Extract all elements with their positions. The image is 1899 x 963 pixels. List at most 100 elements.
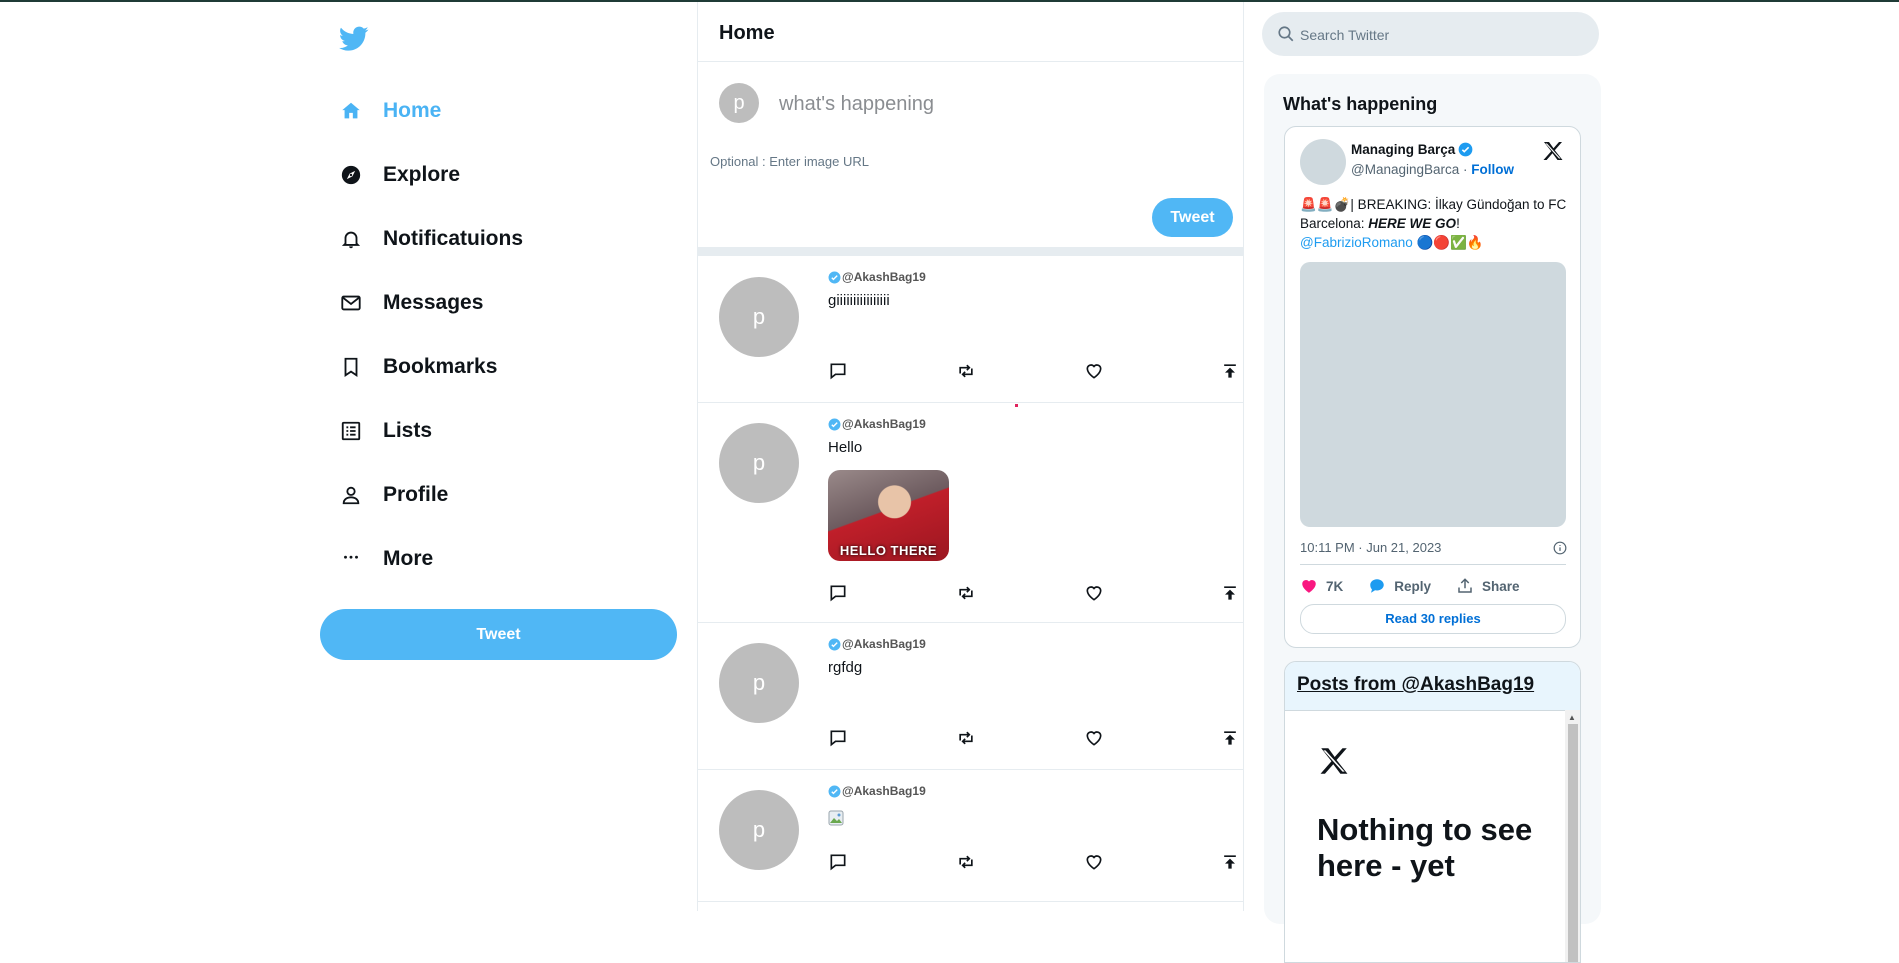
sidebar-item-label: Messages [383,291,484,314]
timeline-empty-text: Nothing to see here - yet [1317,812,1533,883]
sidebar-item-label: Notificatuions [383,227,523,250]
like-icon[interactable] [1084,361,1104,381]
embedded-tweet[interactable]: Managing Barça @ManagingBarca · Follow 🚨… [1284,126,1581,648]
share-icon[interactable] [1220,361,1240,381]
tweet-handle[interactable]: @AkashBag19 [842,270,926,284]
sidebar-item-label: Bookmarks [383,355,498,378]
reply-icon[interactable] [828,728,848,748]
speech-bubble-icon [1370,579,1385,593]
tweet-header: @AkashBag19 [828,637,926,651]
embed-media-placeholder[interactable] [1300,262,1566,527]
twitter-logo-icon[interactable] [339,26,371,54]
heart-icon [1302,580,1316,593]
sidebar-item-bookmarks[interactable]: Bookmarks [340,347,497,387]
embed-text-suffix: ! [1456,216,1460,231]
sidebar-item-messages[interactable]: Messages [340,283,483,323]
share-button[interactable]: Share [1456,577,1520,595]
like-icon[interactable] [1084,728,1104,748]
avatar: p [719,423,799,503]
tweet-handle[interactable]: @AkashBag19 [842,417,926,431]
avatar: p [719,643,799,723]
tweet-actions [828,583,1238,603]
tweet-compose-input[interactable] [777,88,1201,120]
sidebar-item-more[interactable]: More [340,539,433,579]
scroll-up-arrow-icon[interactable]: ▲ [1568,713,1576,722]
bell-icon [340,228,362,250]
sidebar-item-label: Home [383,99,442,122]
retweet-icon[interactable] [956,852,976,872]
feed-header: Home [698,2,1243,62]
retweet-icon[interactable] [956,728,976,748]
embed-text-emphasis: HERE WE GO [1368,216,1457,231]
embed-timestamp[interactable]: 10:11 PM · Jun 21, 2023 [1300,540,1441,555]
share-icon[interactable] [1220,583,1240,603]
like-icon[interactable] [1084,583,1104,603]
read-replies-button[interactable]: Read 30 replies [1300,604,1566,634]
mention-emoji: 🔵🔴✅🔥 [1412,235,1484,250]
reply-icon[interactable] [828,361,848,381]
sidebar-item-profile[interactable]: Profile [340,475,448,515]
reply-icon[interactable] [828,583,848,603]
broken-image-icon [828,810,844,826]
tweet-post: p @AkashBag19 Hello HELLO THERE [698,403,1243,623]
sidebar-item-label: More [383,547,434,570]
feed: Home p Tweet p @AkashBag19 giiiiiiiiiiii… [697,2,1244,911]
timeline-link[interactable]: Posts from @AkashBag19 [1297,674,1534,696]
tweet-image[interactable]: HELLO THERE [828,470,949,561]
verified-badge-icon [828,785,841,797]
feed-divider [698,247,1243,256]
tweet-handle[interactable]: @AkashBag19 [842,784,926,798]
retweet-icon[interactable] [956,583,976,603]
share-icon[interactable] [1220,728,1240,748]
tweet-header: @AkashBag19 [828,270,926,284]
like-count: 7K [1326,578,1344,594]
avatar: p [719,790,799,870]
search-icon [1277,25,1295,43]
share-label: Share [1482,578,1520,594]
sidebar-item-lists[interactable]: Lists [340,411,432,451]
like-icon[interactable] [1084,852,1104,872]
reply-icon[interactable] [828,852,848,872]
home-icon [340,100,362,122]
tweet-actions [828,728,1238,748]
composer-avatar: p [719,83,759,123]
tweet-handle[interactable]: @AkashBag19 [842,637,926,651]
person-icon [340,484,362,506]
upload-icon [1458,578,1472,593]
cursor-dot [1015,404,1018,407]
search-bar[interactable] [1262,12,1599,56]
share-icon[interactable] [1220,852,1240,872]
embed-author[interactable]: Managing Barça [1351,142,1473,157]
mention-link[interactable]: @FabrizioRomano [1300,235,1413,250]
verified-badge-icon [828,418,841,430]
timeline-header: Posts from @AkashBag19 [1285,662,1580,711]
embed-text: 🚨🚨💣| BREAKING: İlkay Gündoğan to FC Barc… [1300,195,1568,252]
x-logo-icon [1317,744,1351,778]
divider [1300,564,1566,565]
compose-tweet-button[interactable]: Tweet [1152,198,1233,237]
scrollbar-thumb[interactable] [1568,724,1578,962]
sidebar-item-home[interactable]: Home [340,91,441,131]
mail-icon [340,292,362,314]
info-icon[interactable] [1553,541,1567,555]
reply-button[interactable]: Reply [1368,577,1431,595]
image-url-input[interactable] [708,150,1012,172]
widgets-panel: What's happening Managing Barça @Managin… [1264,74,1601,963]
sidebar-tweet-button[interactable]: Tweet [320,609,677,660]
avatar[interactable] [1300,139,1346,185]
follow-link[interactable]: Follow [1471,162,1514,177]
image-caption: HELLO THERE [839,543,938,558]
sidebar-item-explore[interactable]: Explore [340,155,460,195]
like-button[interactable]: 7K [1300,577,1343,595]
tweet-post: p @AkashBag19 rgfdg [698,623,1243,770]
widget-title: What's happening [1283,94,1438,114]
retweet-icon[interactable] [956,361,976,381]
verified-badge-icon [1458,142,1473,157]
embed-author-name[interactable]: Managing Barça [1351,142,1455,157]
search-input[interactable] [1298,24,1582,46]
embed-handle[interactable]: @ManagingBarca [1351,162,1459,177]
sidebar-item-notifications[interactable]: Notificatuions [340,219,523,259]
list-icon [340,420,362,442]
tweet-header: @AkashBag19 [828,417,926,431]
x-logo-icon[interactable] [1541,139,1565,163]
